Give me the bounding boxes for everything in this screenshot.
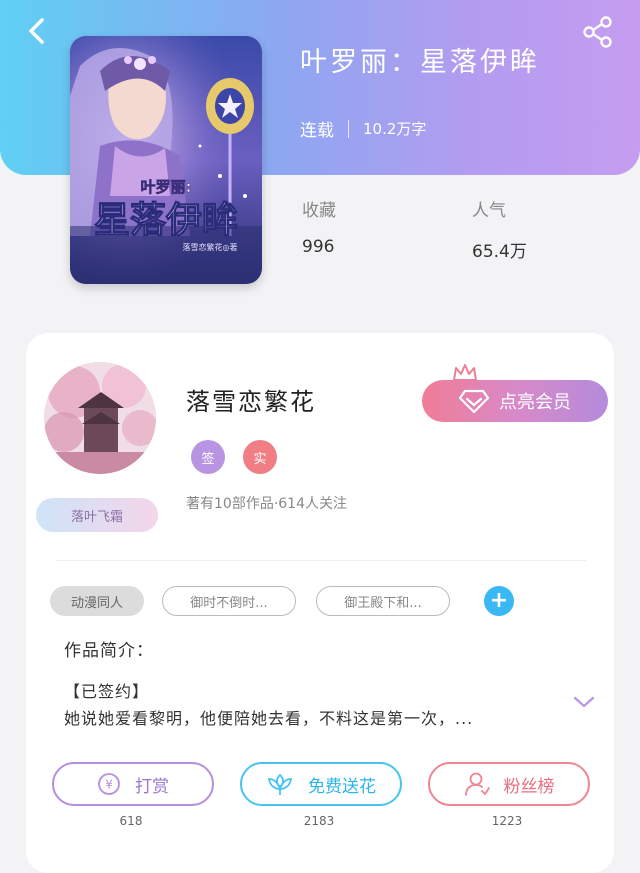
meta-divider: [348, 119, 349, 138]
related-tag-1[interactable]: 御时不倒时...: [162, 586, 296, 616]
genre-tag[interactable]: 动漫同人: [50, 586, 144, 616]
share-button[interactable]: [580, 14, 616, 50]
fans-rank-button[interactable]: 粉丝榜: [428, 762, 590, 806]
related-tag-2[interactable]: 御王殿下和...: [316, 586, 450, 616]
vip-button-label: 点亮会员: [499, 392, 571, 413]
diamond-icon: [459, 389, 489, 413]
intro-text: 她说她爱看黎明，他便陪她去看，不料这是第一次，...: [64, 709, 474, 728]
share-icon: [583, 16, 612, 48]
book-word-count: 10.2万字: [363, 120, 427, 138]
popularity-value: 65.4万: [472, 242, 527, 262]
fans-user-icon: [464, 772, 490, 796]
author-avatar[interactable]: [44, 362, 156, 474]
reward-button[interactable]: ¥ 打赏: [52, 762, 214, 806]
flower-icon: [267, 773, 293, 795]
book-title: 叶罗丽：星落伊眸: [300, 47, 540, 78]
add-tag-button[interactable]: +: [484, 586, 514, 616]
cover-series-text: 叶罗丽:: [141, 178, 192, 196]
cover-illustration: 叶罗丽: 星落伊眸 落雪恋繁花◎著: [70, 36, 262, 284]
author-stats: 著有10部作品·614人关注: [186, 496, 347, 512]
back-button[interactable]: [20, 14, 54, 48]
card-divider: [56, 560, 586, 561]
fans-count: 1223: [491, 814, 523, 828]
flower-count: 2183: [303, 814, 335, 828]
author-name[interactable]: 落雪恋繁花: [186, 382, 316, 417]
cover-title-text: 星落伊眸: [94, 199, 238, 241]
avatar-image: [44, 362, 156, 474]
send-flower-label: 免费送花: [308, 776, 376, 797]
fans-rank-label: 粉丝榜: [503, 776, 555, 797]
favorites-label: 收藏: [302, 201, 336, 221]
book-meta: 连载 10.2万字: [300, 116, 426, 141]
yen-coin-icon: ¥: [98, 773, 120, 795]
favorites-value: 996: [302, 237, 335, 257]
send-flower-button[interactable]: 免费送花: [240, 762, 402, 806]
signed-badge: 签: [191, 440, 225, 474]
book-cover[interactable]: 叶罗丽: 星落伊眸 落雪恋繁花◎著: [70, 36, 262, 284]
real-name-badge: 实: [243, 440, 277, 474]
intro-signed: 【已签约】: [64, 682, 150, 701]
favorites-stat: 收藏 996: [302, 196, 336, 257]
popularity-stat: 人气 65.4万: [472, 196, 527, 262]
intro-title: 作品简介：: [64, 641, 154, 661]
author-title-tag: 落叶飞霜: [36, 498, 158, 532]
cover-author-text: 落雪恋繁花◎著: [183, 242, 238, 252]
reward-button-label: 打赏: [135, 776, 169, 797]
svg-text:¥: ¥: [105, 778, 113, 792]
vip-button[interactable]: 点亮会员: [422, 380, 608, 422]
expand-chevron-icon[interactable]: [572, 694, 596, 710]
crown-icon: [453, 364, 477, 381]
book-status: 连载: [300, 121, 334, 141]
reward-count: 618: [119, 814, 143, 828]
back-arrow-icon: [29, 18, 44, 44]
popularity-label: 人气: [472, 201, 506, 221]
